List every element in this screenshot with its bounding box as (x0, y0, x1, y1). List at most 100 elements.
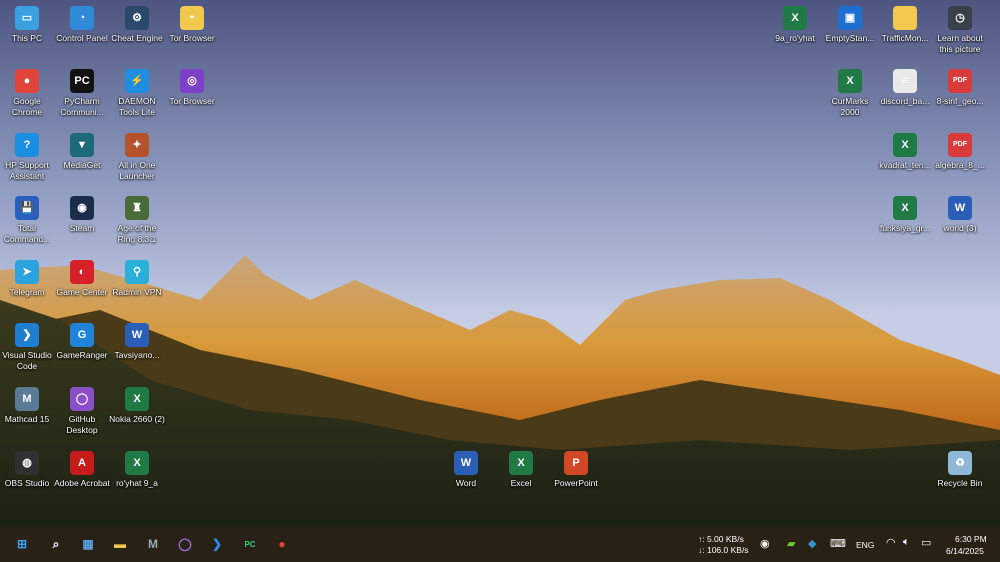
desktop-icon-label: Tor Browser (169, 96, 215, 106)
powerpoint-icon: P (564, 451, 588, 475)
desktop-icon-label: Game Center (56, 287, 108, 297)
desktop-icon[interactable]: M Mathcad 15 (0, 387, 55, 425)
desktop-icon-label: Age of the Ring 8.3.1 (117, 223, 157, 244)
activity-icon[interactable]: ◉ (760, 537, 770, 550)
desktop-icon[interactable]: Wworld (3) (932, 196, 988, 234)
keyboard-icon[interactable]: ⌨ (830, 537, 846, 550)
desktop-icon[interactable]: ◓ Tor Browser (164, 6, 220, 44)
desktop-icon-label: 9a_ro'yhat (775, 33, 815, 43)
desktop-icon-label: Telegram (9, 287, 45, 297)
daemon-tools-icon: ⚡ (125, 69, 149, 93)
desktop-icon-label: OBS Studio (4, 478, 50, 488)
desktop-icon[interactable]: ◎ Tor Browser (164, 69, 220, 107)
clock-time[interactable]: 6:30 PM (955, 534, 987, 544)
chrome-icon[interactable]: ● (271, 533, 293, 555)
folder-icon: ◓ (180, 6, 204, 30)
desktop-icon[interactable]: TrafficMon... (877, 6, 933, 44)
desktop-icon[interactable]: PC PyCharm Communi... (54, 69, 110, 117)
word-icon: W (454, 451, 478, 475)
clock-date[interactable]: 6/14/2025 (946, 546, 984, 556)
desktop-icon-label: PowerPoint (554, 478, 598, 488)
desktop-icon-label: CurMarks 2000 (831, 96, 869, 117)
desktop-icon[interactable]: A Adobe Acrobat (54, 451, 110, 489)
desktop-icon-label: world (3) (943, 223, 977, 233)
desktop-icon[interactable]: PDF 8-sinf_geo... (932, 69, 988, 107)
monitor-icon: ▭ (15, 6, 39, 30)
desktop-icon-label: Excel (510, 478, 532, 488)
excel-doc-icon: X (783, 6, 807, 30)
language-indicator[interactable]: ENG (856, 540, 874, 550)
excel-doc-icon: X (893, 133, 917, 157)
cheat-engine-icon: ⚙ (125, 6, 149, 30)
control-panel-icon: ◔ (70, 6, 94, 30)
search-icon[interactable]: ⌕ (45, 533, 67, 555)
desktop-icon[interactable]: X Nokia 2660 (2) (109, 387, 165, 425)
desktop-icon[interactable]: ⚲ Radmin VPN (109, 260, 165, 298)
desktop-icon[interactable]: X Excel (493, 451, 549, 489)
desktop-icon[interactable]: ⚡ DAEMON Tools Lite (109, 69, 165, 117)
desktop-icon-label: HP Support Assistant (5, 160, 49, 181)
desktop-icon[interactable]: ✦ All in One Launcher (109, 133, 165, 181)
desktop-icon-label: All in One Launcher (118, 160, 156, 181)
vscode-icon[interactable]: ❯ (206, 533, 228, 555)
network-download-speed: ↓: 106.0 KB/s (698, 545, 749, 555)
desktop-icon-label: Total Command... (3, 223, 51, 244)
desktop-icon[interactable]: ➤ Telegram (0, 260, 55, 298)
desktop-icon[interactable]: ≡ discord_ba... (877, 69, 933, 107)
desktop-icon[interactable]: ♜ Age of the Ring 8.3.1 (109, 196, 165, 244)
total-commander-icon: 💾 (15, 196, 39, 220)
file-explorer-icon[interactable]: ▬ (109, 533, 131, 555)
desktop-icon[interactable]: W Tavsiyano... (109, 323, 165, 361)
excel-icon: X (509, 451, 533, 475)
excel-doc-icon: X (125, 387, 149, 411)
desktop-icon[interactable]: ◐ Game Center (54, 260, 110, 298)
desktop-icon-label: Visual Studio Code (2, 350, 52, 371)
desktop-icon[interactable]: Xro'yhat 9_a (109, 451, 165, 489)
desktop-icon-label: 8-sinf_geo... (936, 96, 984, 106)
desktop-icon-label: Google Chrome (11, 96, 43, 117)
pycharm-icon[interactable]: PC (239, 533, 261, 555)
desktop-icon-label: discord_ba... (880, 96, 930, 106)
volume-icon[interactable]: 🔈︎ (903, 536, 910, 549)
pdf-icon: PDF (948, 133, 972, 157)
game-center-icon: ◐ (70, 260, 94, 284)
desktop-icon[interactable]: ❯ Visual Studio Code (0, 323, 55, 371)
desktop-icon[interactable]: ▭ This PC (0, 6, 55, 44)
desktop-icon[interactable]: 💾 Total Command... (0, 196, 55, 244)
desktop-icon[interactable]: X CurMarks 2000 (822, 69, 878, 117)
desktop-icon[interactable]: ◯ GitHub Desktop (54, 387, 110, 435)
desktop-icon[interactable]: ▼ MediaGet (54, 133, 110, 171)
wifi-icon[interactable]: ◠ (886, 536, 896, 549)
desktop-icon[interactable]: ▣ EmptyStan... (822, 6, 878, 44)
desktop-icon[interactable]: Xfunksiya_gr... (877, 196, 933, 234)
desktop-icon[interactable]: ◍ OBS Studio (0, 451, 55, 489)
desktop-icon[interactable]: ◔ Control Panel (54, 6, 110, 44)
nvidia-icon[interactable]: ▰ (787, 537, 795, 550)
desktop-icon-label: funksiya_gr... (879, 223, 931, 233)
desktop-icon[interactable]: ♻ Recycle Bin (932, 451, 988, 489)
desktop-icon[interactable]: ◷ Learn about this picture (932, 6, 988, 54)
desktop-icon[interactable]: PDF algebra_8_... (932, 133, 988, 171)
mathcad-icon[interactable]: M (142, 533, 164, 555)
desktop-icon[interactable]: Xkvadrat_ten... (877, 133, 933, 171)
desktop-icon[interactable]: G GameRanger (54, 323, 110, 361)
text-file-icon: ≡ (893, 69, 917, 93)
pdf-icon: PDF (948, 69, 972, 93)
defender-icon[interactable]: ◆ (808, 537, 816, 550)
desktop-icon[interactable]: ? HP Support Assistant (0, 133, 55, 181)
battery-icon[interactable]: ▭ (921, 536, 931, 549)
desktop-icon-label: TrafficMon... (881, 33, 929, 43)
desktop-icon[interactable]: ⚙ Cheat Engine (109, 6, 165, 44)
desktop-icon[interactable]: P PowerPoint (548, 451, 604, 489)
windows-start-icon[interactable]: ⊞ (11, 533, 33, 555)
github-icon: ◯ (70, 387, 94, 411)
word-doc-icon: W (948, 196, 972, 220)
desktop-icon[interactable]: W Word (438, 451, 494, 489)
desktop-icon[interactable]: ◉ Steam (54, 196, 110, 234)
store-icon[interactable]: ▦ (77, 533, 99, 555)
excel-doc-icon: X (125, 451, 149, 475)
desktop-icon-label: Tavsiyano... (114, 350, 160, 360)
desktop-icon[interactable]: X 9a_ro'yhat (767, 6, 823, 44)
github-icon[interactable]: ◯ (174, 533, 196, 555)
desktop-icon[interactable]: ● Google Chrome (0, 69, 55, 117)
